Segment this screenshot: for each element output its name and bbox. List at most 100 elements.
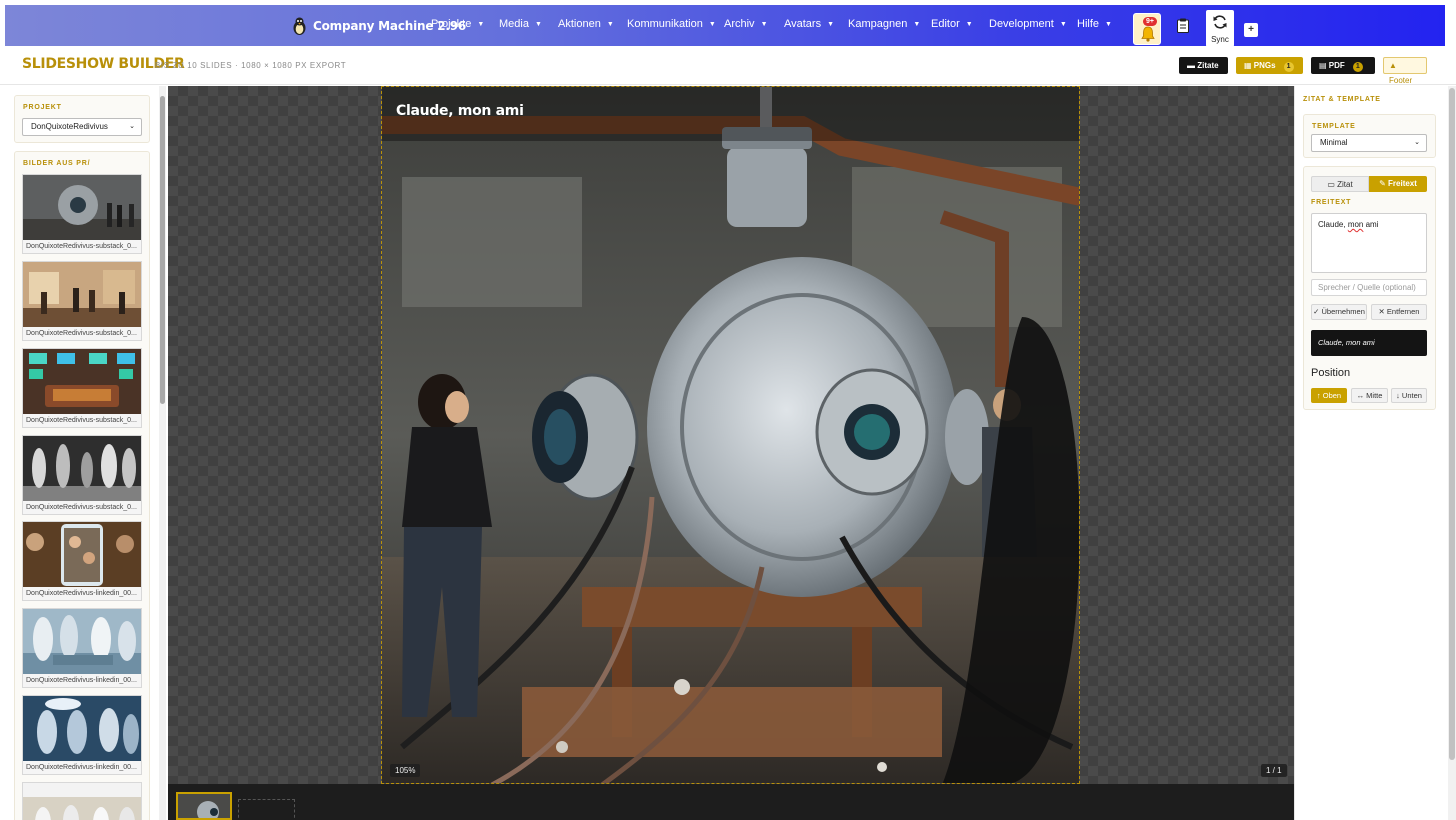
thumbnail-image xyxy=(23,262,141,328)
sync-button[interactable]: Sync xyxy=(1206,10,1234,47)
mode-freitext-tab[interactable]: ✎ Freitext xyxy=(1369,176,1427,192)
menu-kommunikation[interactable]: Kommunikation ▼ xyxy=(627,18,716,30)
template-label: TEMPLATE xyxy=(1312,123,1356,130)
template-select[interactable]: Minimal ⌄ xyxy=(1311,134,1427,152)
image-thumbnail[interactable]: DonQuixoteRedivivus-substack_0... xyxy=(22,174,142,254)
thumbnail-caption: DonQuixoteRedivivus-linkedin_00... xyxy=(23,674,141,687)
caret-down-icon: ▼ xyxy=(534,21,542,28)
image-thumbnail[interactable]: DonQuixoteRedivivus-substack_0... xyxy=(22,348,142,428)
slide-canvas[interactable]: Claude, mon ami xyxy=(381,86,1080,784)
notification-count-badge: 9+ xyxy=(1143,17,1157,26)
thumbnail-caption: DonQuixoteRedivivus-linkedin_00... xyxy=(23,761,141,774)
project-panel: PROJEKT DonQuixoteRedivivus ⌄ xyxy=(14,95,150,143)
image-thumbnail[interactable]: DonQuixoteRedivivus-linkedin_00... xyxy=(22,695,142,775)
chevron-down-icon: ⌄ xyxy=(129,123,135,130)
caret-down-icon: ▼ xyxy=(965,21,973,28)
menu-development[interactable]: Development ▼ xyxy=(989,18,1067,30)
caret-down-icon: ▼ xyxy=(477,21,485,28)
freitext-word: Claude, xyxy=(1318,220,1346,229)
menu-archiv[interactable]: Archiv ▼ xyxy=(724,18,768,30)
images-label: BILDER AUS PR/ xyxy=(23,160,91,167)
scrollbar-thumb[interactable] xyxy=(160,96,165,404)
position-bottom-label: Unten xyxy=(1401,391,1422,400)
remove-label: Entfernen xyxy=(1386,307,1420,316)
menu-hilfe[interactable]: Hilfe ▼ xyxy=(1077,18,1112,30)
notifications-button[interactable]: 9+ xyxy=(1133,13,1161,45)
thumbnail-image xyxy=(23,522,141,588)
menu-label: Archiv xyxy=(724,18,755,30)
bell-icon xyxy=(1141,26,1155,42)
sync-icon xyxy=(1213,15,1227,29)
menu-label: Aktionen xyxy=(558,18,601,30)
sidebar-scrollbar[interactable] xyxy=(159,86,166,820)
pdf-export-button[interactable]: ▤ PDF 1 xyxy=(1311,57,1375,74)
position-top-label: Oben xyxy=(1322,391,1342,400)
image-thumbnail[interactable]: DonQuixoteRedivivus-substack_0... xyxy=(22,435,142,515)
caret-down-icon: ▼ xyxy=(827,21,835,28)
menu-aktionen[interactable]: Aktionen ▼ xyxy=(558,18,614,30)
remove-button[interactable]: ✕ Entfernen xyxy=(1371,304,1427,320)
footer-toggle-button[interactable]: ▲ Footer xyxy=(1383,57,1427,85)
document-icon: ▤ xyxy=(1319,61,1329,70)
penguin-logo-icon xyxy=(293,17,306,35)
menu-label: Kommunikation xyxy=(627,18,703,30)
position-label: Position xyxy=(1311,367,1351,379)
menu-label: Hilfe xyxy=(1077,18,1100,30)
pngs-count-badge: 1 xyxy=(1283,62,1294,72)
check-icon: ✓ xyxy=(1313,307,1322,316)
pngs-label: PNGs xyxy=(1253,61,1276,70)
image-thumbnail[interactable]: DonQuixoteRedivivus-linkedin_00... xyxy=(22,608,142,688)
menu-label: Projekte xyxy=(431,18,472,30)
slide-pager: 1 / 1 xyxy=(1261,764,1287,777)
pngs-export-button[interactable]: ▦ PNGs 1 xyxy=(1236,57,1303,74)
page-subtitle: BIS ZU 10 SLIDES · 1080 × 1080 PX EXPORT xyxy=(155,61,347,70)
arrow-horizontal-icon: ↔ xyxy=(1356,391,1367,400)
menu-avatars[interactable]: Avatars ▼ xyxy=(784,18,834,30)
position-middle-label: Mitte xyxy=(1366,391,1383,400)
menu-kampagnen[interactable]: Kampagnen ▼ xyxy=(848,18,920,30)
thumbnail-caption: DonQuixoteRedivivus-linkedin_00... xyxy=(23,587,141,600)
thumbnail-image xyxy=(23,349,141,415)
project-select[interactable]: DonQuixoteRedivivus ⌄ xyxy=(22,118,142,136)
slide-thumbnail-active[interactable] xyxy=(176,792,232,820)
sync-label: Sync xyxy=(1211,35,1229,44)
close-icon: ✕ xyxy=(1378,307,1387,316)
zitate-button[interactable]: ▬ Zitate xyxy=(1179,57,1228,74)
mode-zitat-tab[interactable]: ▭ Zitat xyxy=(1311,176,1369,192)
caret-down-icon: ▼ xyxy=(1059,21,1067,28)
apply-label: Übernehmen xyxy=(1321,307,1365,316)
thumbnail-image xyxy=(23,436,141,502)
freitext-textarea[interactable]: Claude, mon ami xyxy=(1311,213,1427,273)
caret-down-icon: ▼ xyxy=(760,21,768,28)
text-preview: Claude, mon ami xyxy=(1311,330,1427,356)
zitate-label: Zitate xyxy=(1197,61,1219,70)
image-thumbnail[interactable]: DonQuixoteRedivivus-linkedin_00... xyxy=(22,521,142,601)
menu-media[interactable]: Media ▼ xyxy=(499,18,542,30)
pdf-label: PDF xyxy=(1328,61,1345,70)
speaker-source-input[interactable]: Sprecher / Quelle (optional) xyxy=(1311,279,1427,296)
caret-down-icon: ▼ xyxy=(913,21,921,28)
project-select-value: DonQuixoteRedivivus xyxy=(31,122,108,131)
scrollbar-thumb[interactable] xyxy=(1449,88,1455,760)
quote-bubble-icon: ▬ xyxy=(1187,61,1198,70)
menu-projekte[interactable]: Projekte ▼ xyxy=(431,18,484,30)
position-top-button[interactable]: ↑ Oben xyxy=(1311,388,1347,403)
image-thumbnail[interactable]: DonQuixoteRedivivus-substack_0... xyxy=(22,261,142,341)
right-panel: ZITAT & TEMPLATE TEMPLATE xyxy=(1294,86,1444,820)
add-slide-placeholder[interactable] xyxy=(238,799,295,820)
add-button[interactable]: + xyxy=(1244,23,1258,37)
pdf-count-badge: 1 xyxy=(1352,62,1363,72)
thumbnail-image xyxy=(23,797,141,820)
menu-editor[interactable]: Editor ▼ xyxy=(931,18,973,30)
clipboard-icon[interactable] xyxy=(1177,18,1189,33)
page-scrollbar[interactable] xyxy=(1448,86,1456,820)
position-middle-button[interactable]: ↔ Mitte xyxy=(1351,388,1388,403)
thumbnail-caption: DonQuixoteRedivivus-substack_0... xyxy=(23,414,141,427)
chevron-down-icon: ⌄ xyxy=(1414,139,1420,146)
apply-button[interactable]: ✓ Übernehmen xyxy=(1311,304,1367,320)
position-bottom-button[interactable]: ↓ Unten xyxy=(1391,388,1427,403)
thumbnail-image xyxy=(23,175,141,241)
slide-overlay-text[interactable]: Claude, mon ami xyxy=(396,103,524,119)
caret-down-icon: ▼ xyxy=(606,21,614,28)
image-thumbnail[interactable] xyxy=(22,782,142,820)
